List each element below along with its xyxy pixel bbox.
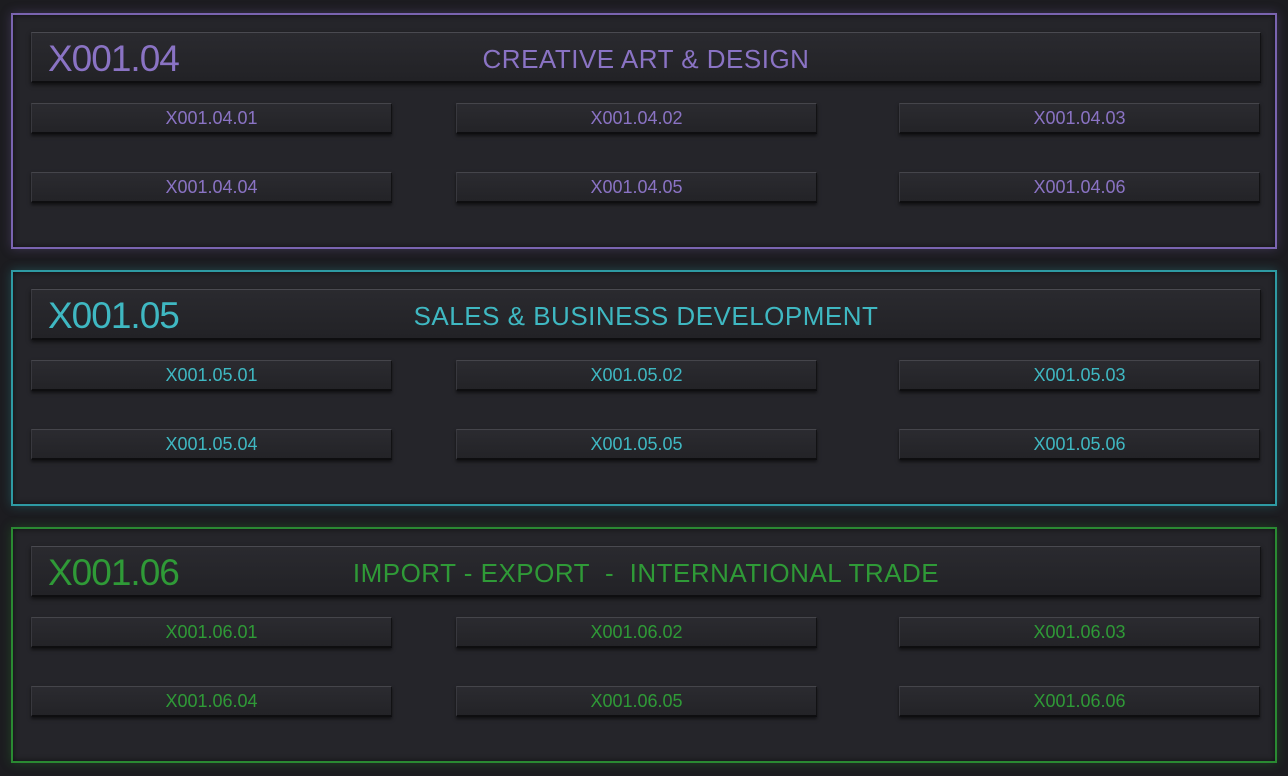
- section-title: IMPORT - EXPORT - INTERNATIONAL TRADE: [352, 558, 940, 588]
- section-header: X001.05 SALES & BUSINESS DEVELOPMENT: [31, 289, 1261, 340]
- category-button[interactable]: X001.06.06: [899, 686, 1260, 717]
- section-header: X001.04 CREATIVE ART & DESIGN: [31, 32, 1261, 83]
- section-import-export-trade: X001.06 IMPORT - EXPORT - INTERNATIONAL …: [11, 527, 1277, 763]
- category-button[interactable]: X001.05.04: [31, 429, 392, 460]
- category-button[interactable]: X001.05.02: [456, 360, 817, 391]
- category-button[interactable]: X001.05.03: [899, 360, 1260, 391]
- category-button[interactable]: X001.06.04: [31, 686, 392, 717]
- category-button[interactable]: X001.04.03: [899, 103, 1260, 134]
- category-button[interactable]: X001.04.01: [31, 103, 392, 134]
- category-button[interactable]: X001.04.06: [899, 172, 1260, 203]
- category-button[interactable]: X001.04.02: [456, 103, 817, 134]
- category-button[interactable]: X001.05.01: [31, 360, 392, 391]
- section-header: X001.06 IMPORT - EXPORT - INTERNATIONAL …: [31, 546, 1261, 597]
- category-button[interactable]: X001.04.04: [31, 172, 392, 203]
- section-title: CREATIVE ART & DESIGN: [482, 44, 810, 74]
- category-button[interactable]: X001.06.02: [456, 617, 817, 648]
- section-sales-business-development: X001.05 SALES & BUSINESS DEVELOPMENT X00…: [11, 270, 1277, 506]
- category-button[interactable]: X001.05.06: [899, 429, 1260, 460]
- section-title: SALES & BUSINESS DEVELOPMENT: [413, 301, 879, 331]
- section-creative-art-design: X001.04 CREATIVE ART & DESIGN X001.04.01…: [11, 13, 1277, 249]
- category-button[interactable]: X001.04.05: [456, 172, 817, 203]
- category-button[interactable]: X001.06.05: [456, 686, 817, 717]
- category-button[interactable]: X001.06.01: [31, 617, 392, 648]
- category-button[interactable]: X001.05.05: [456, 429, 817, 460]
- category-button[interactable]: X001.06.03: [899, 617, 1260, 648]
